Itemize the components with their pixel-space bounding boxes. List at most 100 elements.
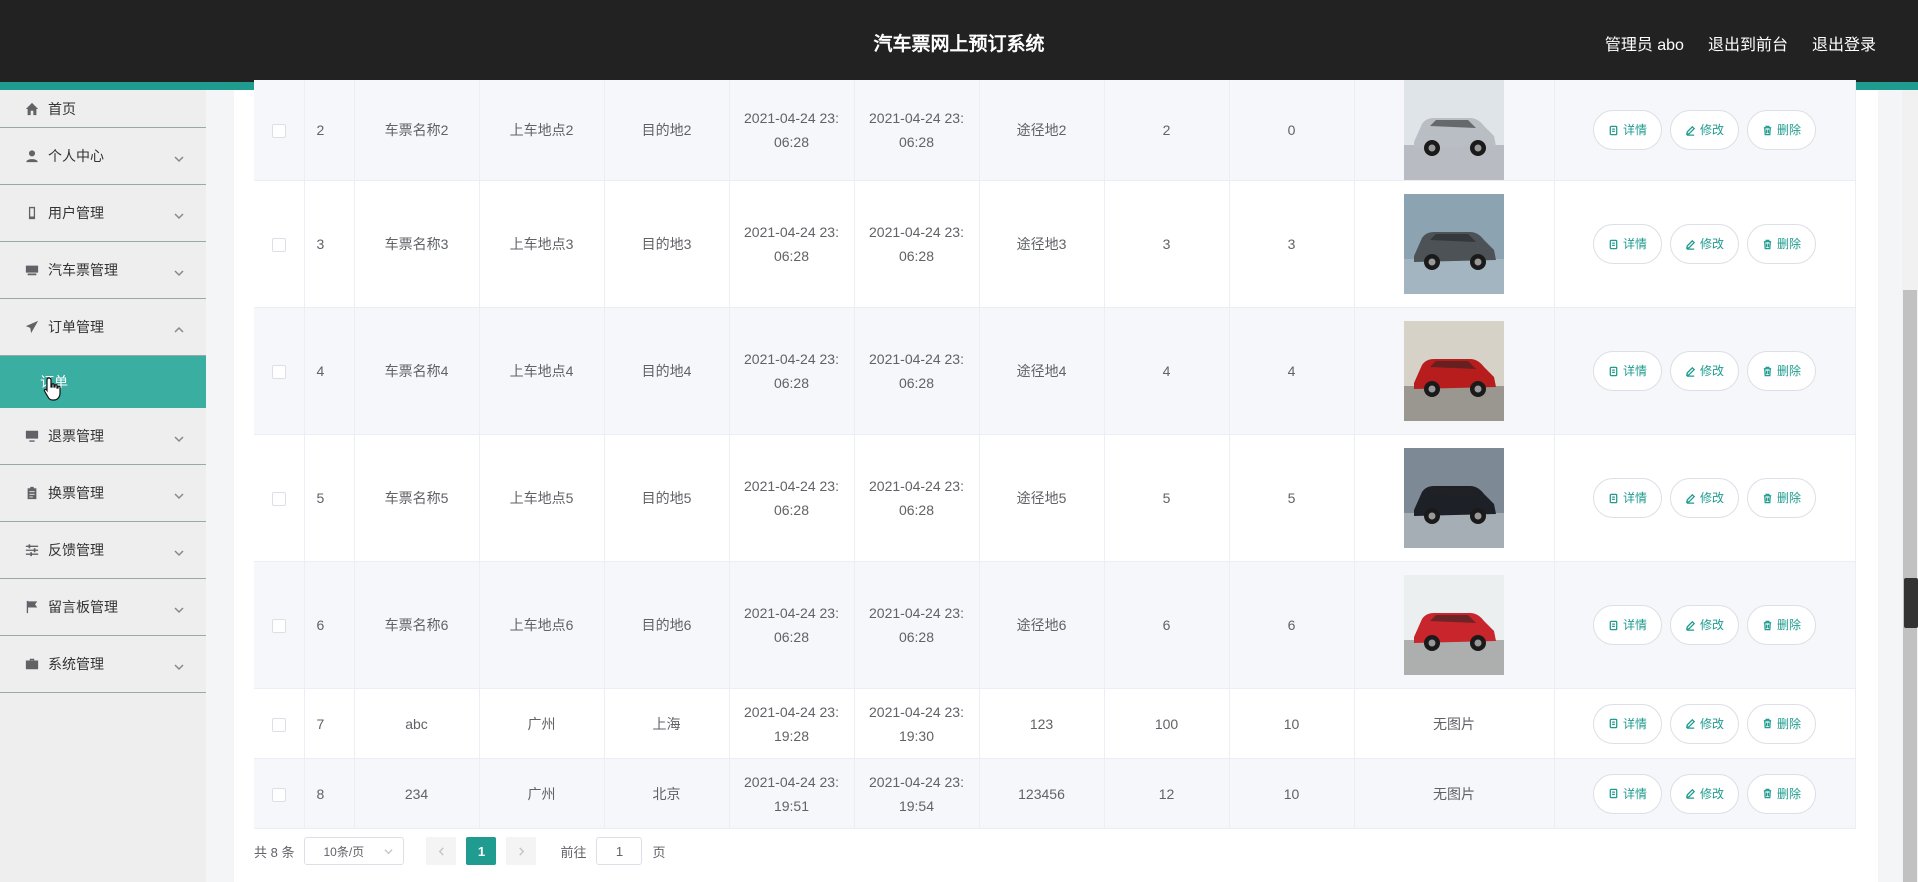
cell-index: 7 xyxy=(304,688,355,759)
edit-button[interactable]: 修改 xyxy=(1669,351,1739,391)
edit-button[interactable]: 修改 xyxy=(1669,224,1739,264)
cell-number-1: 12 xyxy=(1104,758,1230,829)
row-checkbox[interactable] xyxy=(271,717,286,732)
prev-page-button[interactable] xyxy=(426,837,457,865)
cell-index: 4 xyxy=(304,307,355,435)
edit-button[interactable]: 修改 xyxy=(1669,478,1739,518)
sidebar-item-exchange[interactable]: 换票管理 xyxy=(0,465,206,522)
pencil-icon xyxy=(1685,366,1696,377)
cell-pickup: 上车地点6 xyxy=(479,561,605,689)
sidebar-item-profile[interactable]: 个人中心 xyxy=(0,128,206,185)
sidebar-item-tickets[interactable]: 汽车票管理 xyxy=(0,242,206,299)
chevron-down-icon xyxy=(174,208,184,220)
delete-button[interactable]: 删除 xyxy=(1747,478,1817,518)
sidebar-item-messages[interactable]: 留言板管理 xyxy=(0,579,206,636)
side-floating-widget[interactable] xyxy=(1904,578,1918,628)
vehicle-thumbnail[interactable] xyxy=(1404,321,1504,421)
page-size-select[interactable]: 10条/页 xyxy=(304,837,405,865)
cell-via: 途径地3 xyxy=(979,180,1105,308)
detail-button[interactable]: 详情 xyxy=(1592,703,1662,744)
cell-pickup: 上车地点2 xyxy=(479,80,605,181)
cell-destination: 目的地5 xyxy=(604,434,730,562)
ticket-icon xyxy=(24,262,40,278)
cell-via: 123456 xyxy=(979,758,1105,829)
pencil-icon xyxy=(1685,620,1696,631)
cell-number-2: 6 xyxy=(1229,561,1355,689)
trash-icon xyxy=(1763,366,1772,376)
next-page-button[interactable] xyxy=(506,837,537,865)
delete-button[interactable]: 删除 xyxy=(1747,773,1817,814)
pagination: 共 8 条 10条/页 1 前往 页 xyxy=(254,837,666,865)
cell-number-1: 100 xyxy=(1104,688,1230,759)
vehicle-thumbnail[interactable] xyxy=(1404,575,1504,675)
flag-icon xyxy=(24,599,40,615)
total-count: 共 8 条 xyxy=(254,844,295,860)
row-checkbox[interactable] xyxy=(271,492,286,507)
cell-number-1: 3 xyxy=(1104,180,1230,308)
cell-actions: 详情 修改 删除 xyxy=(1554,180,1856,308)
edit-button[interactable]: 修改 xyxy=(1669,110,1739,150)
cell-ticket-name: 234 xyxy=(354,758,480,829)
chevron-down-icon xyxy=(174,431,184,443)
document-icon xyxy=(1609,493,1618,503)
edit-button[interactable]: 修改 xyxy=(1669,773,1739,814)
sidebar-item-label: 系统管理 xyxy=(48,656,104,672)
delete-button[interactable]: 删除 xyxy=(1747,605,1817,645)
cell-via: 途径地6 xyxy=(979,561,1105,689)
vehicle-thumbnail[interactable] xyxy=(1404,80,1504,180)
cell-depart-time: 2021-04-24 23: 06:28 xyxy=(729,307,855,435)
sidebar-item-system[interactable]: 系统管理 xyxy=(0,636,206,693)
page-number-current[interactable]: 1 xyxy=(466,837,497,865)
send-icon xyxy=(24,319,40,335)
logout-link[interactable]: 退出登录 xyxy=(1812,31,1876,55)
table-row: 3 车票名称3 上车地点3 目的地3 2021-04-24 23: 06:28 2021-0… xyxy=(254,180,1856,308)
sidebar-item-users[interactable]: 用户管理 xyxy=(0,185,206,242)
row-checkbox[interactable] xyxy=(271,619,286,634)
cell-ticket-name: 车票名称2 xyxy=(354,80,480,181)
row-checkbox[interactable] xyxy=(271,787,286,802)
detail-button[interactable]: 详情 xyxy=(1592,224,1662,264)
cell-number-2: 10 xyxy=(1229,758,1355,829)
exit-to-front-link[interactable]: 退出到前台 xyxy=(1708,31,1788,55)
sidebar-subitem-orders[interactable]: 订单 xyxy=(0,356,206,408)
detail-button[interactable]: 详情 xyxy=(1592,351,1662,391)
sidebar: 首页 个人中心 用户管理 汽车票管理 订单管理 订单 退票管理 换票管理 反馈管… xyxy=(0,90,206,882)
sidebar-item-orders[interactable]: 订单管理 xyxy=(0,299,206,356)
goto-page-input[interactable] xyxy=(596,837,643,865)
sidebar-item-feedback[interactable]: 反馈管理 xyxy=(0,522,206,579)
cell-index: 2 xyxy=(304,80,355,181)
row-checkbox[interactable] xyxy=(271,365,286,380)
sidebar-item-refunds[interactable]: 退票管理 xyxy=(0,408,206,465)
cell-image xyxy=(1354,80,1555,181)
cell-image xyxy=(1354,561,1555,689)
detail-button[interactable]: 详情 xyxy=(1592,605,1662,645)
cell-destination: 上海 xyxy=(604,688,730,759)
pencil-icon xyxy=(1685,788,1696,799)
trash-icon xyxy=(1763,620,1772,630)
detail-button[interactable]: 详情 xyxy=(1592,773,1662,814)
edit-button[interactable]: 修改 xyxy=(1669,703,1739,744)
document-icon xyxy=(1609,366,1618,376)
row-checkbox[interactable] xyxy=(271,124,286,139)
no-image-text: 无图片 xyxy=(1433,715,1475,732)
cell-image xyxy=(1354,307,1555,435)
delete-button[interactable]: 删除 xyxy=(1747,224,1817,264)
delete-button[interactable]: 删除 xyxy=(1747,351,1817,391)
table-row: 5 车票名称5 上车地点5 目的地5 2021-04-24 23: 06:28 2021-0… xyxy=(254,434,1856,562)
vehicle-thumbnail[interactable] xyxy=(1404,194,1504,294)
edit-button[interactable]: 修改 xyxy=(1669,605,1739,645)
row-checkbox[interactable] xyxy=(271,238,286,253)
cell-pickup: 上车地点3 xyxy=(479,180,605,308)
vehicle-thumbnail[interactable] xyxy=(1404,448,1504,548)
delete-button[interactable]: 删除 xyxy=(1747,703,1817,744)
goto-prefix: 前往 xyxy=(560,844,587,860)
cell-image: 无图片 xyxy=(1354,688,1555,759)
cell-ticket-name: 车票名称3 xyxy=(354,180,480,308)
sidebar-item-home[interactable]: 首页 xyxy=(0,90,206,128)
clipboard-icon xyxy=(24,485,40,501)
phone-icon xyxy=(24,205,40,221)
detail-button[interactable]: 详情 xyxy=(1592,478,1662,518)
detail-button[interactable]: 详情 xyxy=(1592,110,1662,150)
chevron-down-icon xyxy=(384,848,394,854)
delete-button[interactable]: 删除 xyxy=(1747,110,1817,150)
